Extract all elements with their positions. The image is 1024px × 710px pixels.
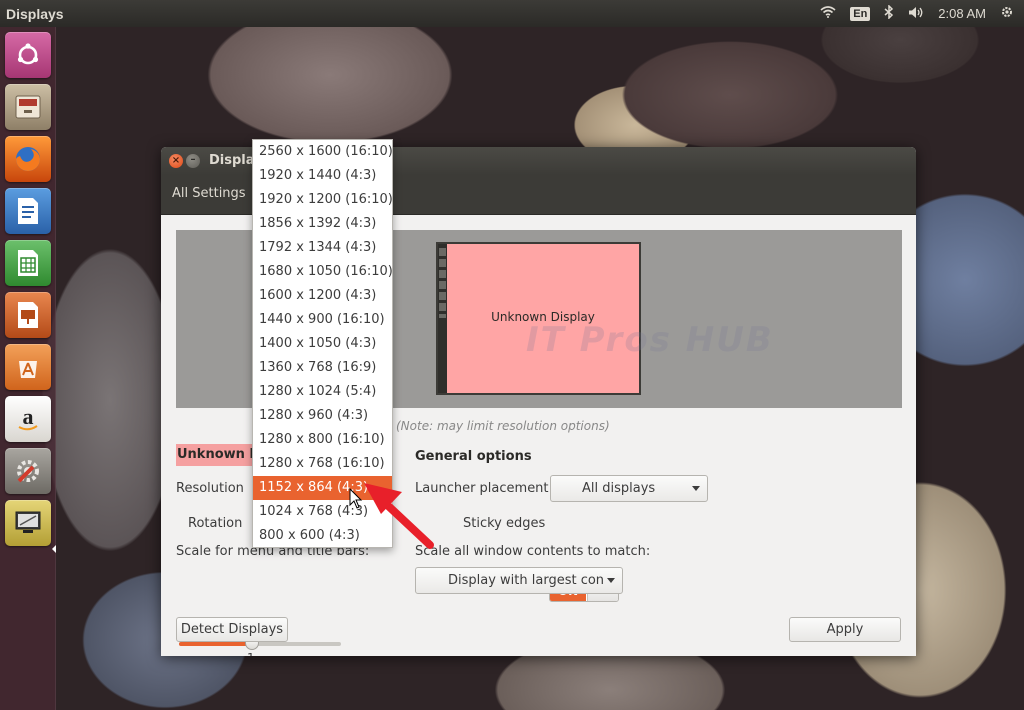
resolution-option[interactable]: 1280 x 768 (16:10) xyxy=(253,452,392,476)
resolution-option-selected[interactable]: 1152 x 864 (4:3) xyxy=(253,476,392,500)
resolution-dropdown-menu[interactable]: 2560 x 1600 (16:10) 1920 x 1440 (4:3) 1920… xyxy=(252,139,393,548)
resolution-option[interactable]: 1360 x 768 (16:9) xyxy=(253,356,392,380)
resolution-option[interactable]: 1680 x 1050 (16:10) xyxy=(253,260,393,284)
sticky-edges-label: Sticky edges xyxy=(463,516,546,531)
resolution-option[interactable]: 1856 x 1392 (4:3) xyxy=(253,212,392,236)
scale-all-label: Scale all window contents to match: xyxy=(415,544,651,559)
libreoffice-impress-icon[interactable] xyxy=(5,292,51,338)
scale-slider-track[interactable] xyxy=(179,642,341,646)
launcher-preview-strip xyxy=(438,244,447,393)
settings-wrench-icon[interactable] xyxy=(5,448,51,494)
resolution-option[interactable]: 1920 x 1440 (4:3) xyxy=(253,164,392,188)
scale-slider-fill xyxy=(179,642,252,646)
resolution-option[interactable]: 1600 x 1200 (4:3) xyxy=(253,284,392,308)
software-center-icon[interactable] xyxy=(5,344,51,390)
active-app-title: Displays xyxy=(6,5,64,22)
keyboard-layout-indicator[interactable]: En xyxy=(850,6,871,21)
general-options-heading: General options xyxy=(415,449,532,464)
libreoffice-calc-icon[interactable] xyxy=(5,240,51,286)
launcher-placement-value: All displays xyxy=(582,481,656,496)
launcher-placement-combo[interactable]: All displays xyxy=(550,475,708,502)
watermark: IT Pros HUB xyxy=(526,320,774,360)
resolution-option[interactable]: 1440 x 900 (16:10) xyxy=(253,308,392,332)
libreoffice-writer-icon[interactable] xyxy=(5,188,51,234)
monitor-preview[interactable]: Unknown Display xyxy=(436,242,641,395)
indicator-area: En 2:08 AM xyxy=(820,4,1024,22)
power-gear-icon[interactable] xyxy=(1000,5,1014,22)
clock[interactable]: 2:08 AM xyxy=(938,6,986,21)
resolution-option[interactable]: 800 x 600 (4:3) xyxy=(253,524,392,548)
apply-button[interactable]: Apply xyxy=(789,617,901,642)
resolution-option[interactable]: 2560 x 1600 (16:10) xyxy=(253,140,393,164)
display-settings-icon[interactable] xyxy=(5,500,51,546)
detect-displays-button[interactable]: Detect Displays xyxy=(176,617,288,642)
rotation-label: Rotation xyxy=(188,516,243,531)
top-panel: Displays En 2:08 AM xyxy=(0,0,1024,27)
resolution-label: Resolution xyxy=(176,481,244,496)
resolution-note: (Note: may limit resolution options) xyxy=(396,419,610,433)
launcher: a xyxy=(0,27,56,710)
launcher-placement-label: Launcher placement xyxy=(415,481,549,496)
display-heading: Unknown Display xyxy=(176,444,256,466)
volume-icon[interactable] xyxy=(908,6,924,22)
amazon-icon[interactable]: a xyxy=(5,396,51,442)
resolution-option[interactable]: 1024 x 768 (4:3) xyxy=(253,500,392,524)
file-cabinet-icon[interactable] xyxy=(5,84,51,130)
resolution-option[interactable]: 1280 x 800 (16:10) xyxy=(253,428,392,452)
resolution-option[interactable]: 1400 x 1050 (4:3) xyxy=(253,332,392,356)
all-settings-button[interactable]: All Settings xyxy=(172,186,246,201)
ubuntu-logo-icon[interactable] xyxy=(5,32,51,78)
scale-all-combo[interactable]: Display with largest contr xyxy=(415,567,623,594)
resolution-option[interactable]: 1280 x 1024 (5:4) xyxy=(253,380,392,404)
chevron-down-icon xyxy=(692,486,700,491)
resolution-option[interactable]: 1920 x 1200 (16:10) xyxy=(253,188,393,212)
scale-value: 1 xyxy=(247,651,255,656)
resolution-option[interactable]: 1280 x 960 (4:3) xyxy=(253,404,392,428)
chevron-down-icon xyxy=(607,578,615,583)
minimize-icon[interactable]: – xyxy=(186,154,200,168)
bluetooth-icon[interactable] xyxy=(884,4,894,22)
firefox-icon[interactable] xyxy=(5,136,51,182)
active-app-indicator xyxy=(52,545,56,553)
resolution-option[interactable]: 1792 x 1344 (4:3) xyxy=(253,236,392,260)
wifi-icon[interactable] xyxy=(820,6,836,21)
svg-text:a: a xyxy=(23,405,34,429)
close-icon[interactable]: × xyxy=(169,154,183,168)
scale-all-value: Display with largest contr xyxy=(448,573,604,588)
